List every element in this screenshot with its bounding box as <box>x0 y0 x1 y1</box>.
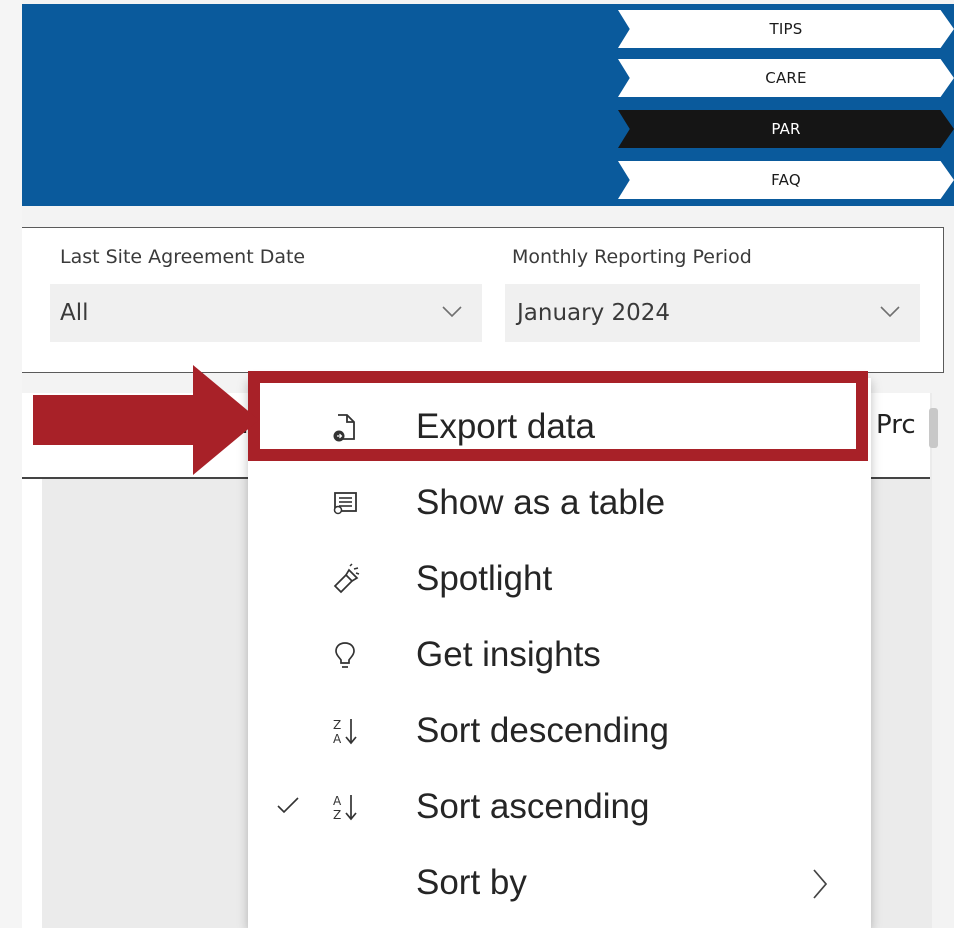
menu-item-label: Show as a table <box>416 483 666 522</box>
nav-button-label: PAR <box>771 120 801 138</box>
pointer-arrow-icon <box>33 365 259 475</box>
menu-item-label: Sort ascending <box>416 787 650 826</box>
svg-text:A: A <box>333 732 342 746</box>
nav-button-care[interactable]: CARE <box>618 59 954 97</box>
menu-item-label: Get insights <box>416 635 601 674</box>
chevron-down-icon <box>442 306 462 318</box>
menu-item-label: Sort by <box>416 863 527 902</box>
menu-item-get-insights[interactable]: Get insights <box>248 618 871 694</box>
chevron-down-icon <box>880 306 900 318</box>
scrollbar[interactable] <box>929 408 938 448</box>
reporting-period-label: Monthly Reporting Period <box>512 246 752 268</box>
svg-text:Z: Z <box>333 808 341 822</box>
svg-text:A: A <box>333 794 342 808</box>
site-agreement-label: Last Site Agreement Date <box>60 246 306 268</box>
menu-item-label: Spotlight <box>416 559 553 598</box>
menu-item-label: Sort descending <box>416 711 669 750</box>
table-view-icon <box>333 492 357 515</box>
menu-item-sort-by[interactable]: Sort by <box>248 846 871 922</box>
checkmark-icon <box>277 797 299 814</box>
site-agreement-value: All <box>60 300 89 326</box>
site-agreement-dropdown[interactable]: All <box>50 284 482 342</box>
menu-item-spotlight[interactable]: Spotlight <box>248 542 871 618</box>
nav-button-label: FAQ <box>771 171 801 189</box>
svg-text:Z: Z <box>333 718 341 732</box>
nav-button-label: TIPS <box>769 20 803 38</box>
menu-item-show-as-table[interactable]: Show as a table <box>248 466 871 542</box>
menu-item-sort-descending[interactable]: Z A Sort descending <box>248 694 871 770</box>
sort-descending-icon: Z A <box>333 718 357 746</box>
spotlight-icon <box>333 563 360 594</box>
nav-button-tips[interactable]: TIPS <box>618 10 954 48</box>
menu-item-sort-ascending[interactable]: A Z Sort ascending <box>248 770 871 846</box>
nav-button-par[interactable]: PAR <box>618 110 954 148</box>
reporting-period-dropdown[interactable]: January 2024 <box>505 284 920 342</box>
reporting-period-value: January 2024 <box>517 300 671 326</box>
sort-ascending-icon: A Z <box>333 794 357 822</box>
highlight-box <box>248 371 868 461</box>
chevron-right-icon <box>813 869 828 899</box>
left-margin <box>0 0 22 928</box>
column-header-fragment: Prc <box>876 410 916 440</box>
nav-button-label: CARE <box>765 69 807 87</box>
lightbulb-icon <box>335 642 355 668</box>
nav-button-faq[interactable]: FAQ <box>618 161 954 199</box>
